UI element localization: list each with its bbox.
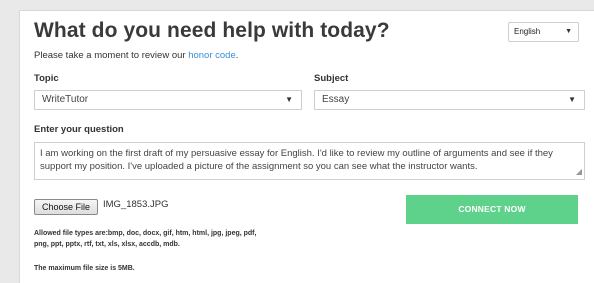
max-file-size-note: The maximum file size is 5MB. (34, 265, 135, 272)
intro-text-suffix: . (235, 50, 239, 61)
chevron-down-icon: ▼ (285, 95, 293, 104)
chevron-down-icon: ▼ (568, 95, 576, 104)
help-request-panel: What do you need help with today? Englis… (19, 10, 594, 283)
subject-select-value: Essay (322, 94, 350, 105)
subject-label: Subject (314, 73, 349, 84)
language-select[interactable]: English ▼ (508, 22, 579, 42)
intro-text: Please take a moment to review our honor… (34, 50, 238, 61)
choose-file-button[interactable]: Choose File (34, 199, 98, 215)
selected-file-name: IMG_1853.JPG (103, 199, 169, 210)
topic-label: Topic (34, 73, 59, 84)
resize-grip-icon[interactable]: ◢ (576, 165, 582, 178)
question-label: Enter your question (34, 124, 124, 135)
question-textarea[interactable]: I am working on the first draft of my pe… (34, 142, 585, 180)
allowed-types-line-1: Allowed file types are:bmp, doc, docx, g… (34, 230, 257, 237)
language-select-value: English (514, 27, 541, 36)
topic-select[interactable]: WriteTutor ▼ (34, 90, 302, 110)
topic-select-value: WriteTutor (42, 94, 89, 105)
chevron-down-icon: ▼ (565, 28, 572, 35)
question-text: I am working on the first draft of my pe… (40, 148, 553, 172)
allowed-types-line-2: png, ppt, pptx, rtf, txt, xls, xlsx, acc… (34, 241, 180, 248)
page-title: What do you need help with today? (34, 19, 390, 42)
subject-select[interactable]: Essay ▼ (314, 90, 585, 110)
intro-text-prefix: Please take a moment to review our (34, 50, 189, 61)
connect-now-button[interactable]: CONNECT NOW (406, 195, 578, 224)
honor-code-link[interactable]: honor code (188, 50, 236, 61)
